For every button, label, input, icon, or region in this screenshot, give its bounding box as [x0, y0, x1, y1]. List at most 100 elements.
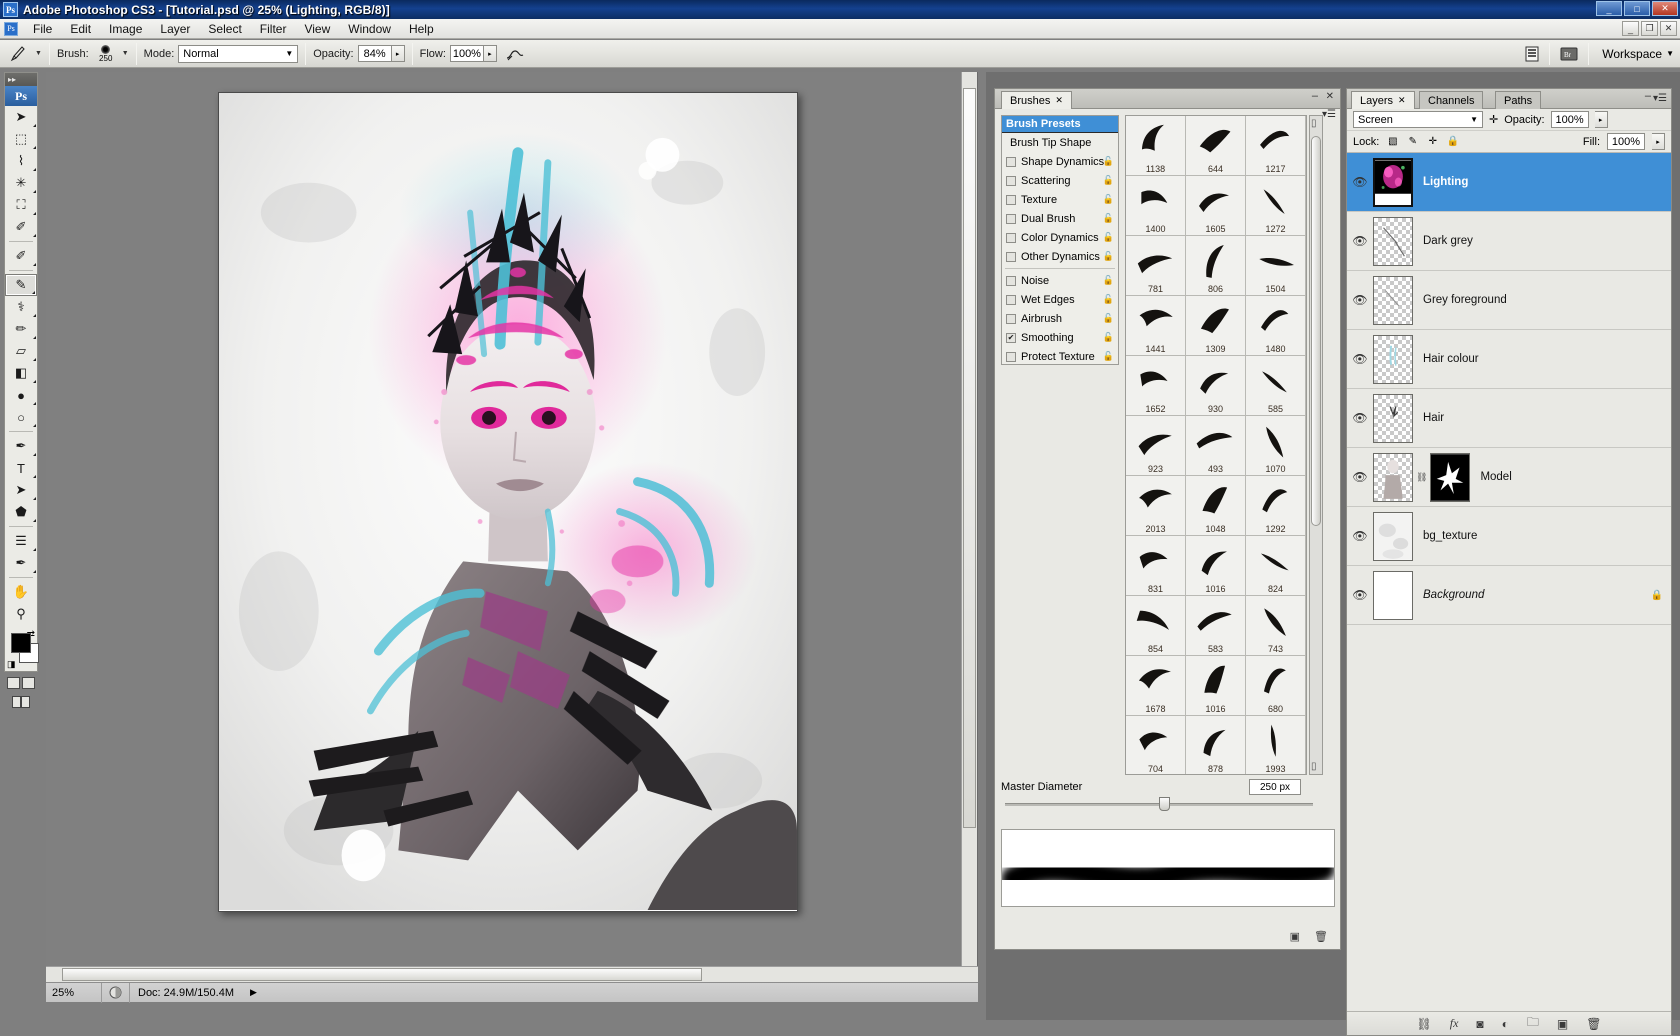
tools-palette-grip[interactable]: ▸▸ [5, 73, 37, 86]
brush-preset-583[interactable]: 583 [1186, 596, 1246, 656]
type-tool[interactable]: T [5, 457, 37, 479]
layer-name[interactable]: bg_texture [1423, 530, 1477, 542]
brush-tool-icon[interactable] [6, 44, 32, 64]
notes-tool[interactable]: ☰ [5, 530, 37, 552]
history-brush-tool[interactable]: ✏ [5, 318, 37, 340]
brush-preset-680[interactable]: 680 [1246, 656, 1306, 716]
tool-flyout-triangle-icon[interactable] [32, 291, 35, 294]
menu-item-filter[interactable]: Filter [251, 20, 296, 38]
tool-flyout-triangle-icon[interactable] [33, 475, 36, 478]
brush-preset-1605[interactable]: 1605 [1186, 176, 1246, 236]
healing-brush-tool[interactable]: ✐ [5, 245, 37, 267]
lock-toggle-icon[interactable]: 🔓 [1103, 275, 1114, 286]
layers-panel-minimize-button[interactable]: – [1645, 90, 1651, 102]
brush-preset-1480[interactable]: 1480 [1246, 296, 1306, 356]
tab-layers-close-icon[interactable]: ✕ [1398, 95, 1406, 106]
eyedropper-tool[interactable]: ✒ [5, 552, 37, 574]
brush-presets-grid[interactable]: 1138 644 1217 1400 1605 1272 781 806 1504 1441 130… [1125, 115, 1307, 775]
layer-thumbnail[interactable] [1373, 334, 1413, 384]
brushes-panel-close-button[interactable]: ✕ [1326, 91, 1334, 102]
tool-flyout-triangle-icon[interactable] [33, 263, 36, 266]
doc-restore-button[interactable]: ❐ [1641, 21, 1658, 36]
layer-visibility-eye-icon[interactable]: 👁 [1347, 529, 1373, 543]
brush-picker-chevron-down-icon[interactable]: ▼ [122, 50, 129, 57]
layer-name[interactable]: Lighting [1423, 176, 1468, 188]
brush-preset-930[interactable]: 930 [1186, 356, 1246, 416]
layer-name[interactable]: Hair colour [1423, 353, 1479, 365]
close-button[interactable]: ✕ [1652, 1, 1678, 16]
layer-row-grey-foreground[interactable]: 👁 Grey foreground [1347, 271, 1671, 330]
tool-flyout-triangle-icon[interactable] [33, 234, 36, 237]
tool-flyout-triangle-icon[interactable] [33, 497, 36, 500]
canvas-horizontal-scrollbar[interactable] [46, 966, 978, 982]
checkbox-noise[interactable] [1006, 275, 1016, 286]
quick-mask-mode-icon[interactable] [22, 677, 35, 689]
checkbox-smoothing[interactable]: ✔ [1006, 332, 1016, 343]
layer-blend-mode-select[interactable]: Screen ▼ [1353, 111, 1483, 128]
new-group-icon[interactable]: 🗀 [1527, 1013, 1539, 1034]
layers-opacity-slider-arrow-icon[interactable]: ▸ [1594, 111, 1608, 128]
checkbox-airbrush[interactable] [1006, 313, 1016, 324]
layer-row-model[interactable]: 👁 ⛓ Model [1347, 448, 1671, 507]
brush-preset-644[interactable]: 644 [1186, 116, 1246, 176]
tool-flyout-triangle-icon[interactable] [33, 190, 36, 193]
checkbox-other-dynamics[interactable] [1006, 251, 1016, 262]
delete-layer-icon[interactable]: 🗑 [1586, 1017, 1601, 1031]
brush-tool[interactable]: ✎ [5, 274, 37, 296]
slice-tool[interactable]: ✐ [5, 216, 37, 238]
magic-wand-tool[interactable]: ✳ [5, 172, 37, 194]
tool-flyout-triangle-icon[interactable] [33, 548, 36, 551]
crop-tool[interactable]: ⛶ [5, 194, 37, 216]
lock-toggle-icon[interactable]: 🔓 [1103, 313, 1114, 324]
brush-preset-743[interactable]: 743 [1246, 596, 1306, 656]
lasso-tool[interactable]: ⌇ [5, 150, 37, 172]
delete-brush-icon[interactable]: 🗑 [1314, 930, 1328, 943]
brush-grid-scrollbar[interactable]: ▯ ▯ [1309, 115, 1323, 775]
brush-preset-1016[interactable]: 1016 [1186, 536, 1246, 596]
layer-name[interactable]: Model [1480, 471, 1511, 483]
brushes-panel-menu-icon[interactable]: ▾☰ [1322, 109, 1336, 120]
tool-flyout-triangle-icon[interactable] [33, 570, 36, 573]
master-diameter-slider-knob[interactable] [1159, 797, 1170, 811]
checkbox-scattering[interactable] [1006, 175, 1016, 186]
layer-visibility-eye-icon[interactable]: 👁 [1347, 234, 1373, 248]
workspace-button[interactable]: Workspace ▼ [1596, 45, 1680, 63]
brush-preset-878[interactable]: 878 [1186, 716, 1246, 774]
brush-option-airbrush[interactable]: Airbrush 🔓 [1002, 309, 1118, 328]
bridge-icon[interactable]: Br [1557, 44, 1581, 64]
dodge-tool[interactable]: ○ [5, 406, 37, 428]
doc-minimize-button[interactable]: _ [1622, 21, 1639, 36]
brush-preset-1309[interactable]: 1309 [1186, 296, 1246, 356]
checkbox-color-dynamics[interactable] [1006, 232, 1016, 243]
layer-style-fx-icon[interactable]: fx [1450, 1016, 1459, 1031]
brush-preview-picker[interactable]: 250 [93, 44, 119, 63]
brush-preset-585[interactable]: 585 [1246, 356, 1306, 416]
tool-flyout-triangle-icon[interactable] [33, 124, 36, 127]
status-menu-arrow-icon[interactable]: ▶ [250, 987, 257, 998]
zoom-tool[interactable]: ⚲ [5, 603, 37, 625]
tool-preset-chevron-down-icon[interactable]: ▼ [35, 50, 42, 57]
menu-item-image[interactable]: Image [100, 20, 151, 38]
tool-flyout-triangle-icon[interactable] [33, 402, 36, 405]
menu-item-select[interactable]: Select [199, 20, 250, 38]
brush-preset-1292[interactable]: 1292 [1246, 476, 1306, 536]
brush-preset-1504[interactable]: 1504 [1246, 236, 1306, 296]
layer-mask-link-icon[interactable]: ⛓ [1416, 472, 1427, 483]
brush-option-shape-dynamics[interactable]: Shape Dynamics 🔓 [1002, 152, 1118, 171]
checkbox-protect-texture[interactable] [1006, 351, 1016, 362]
layer-thumbnail[interactable] [1373, 511, 1413, 561]
layer-visibility-eye-icon[interactable]: 👁 [1347, 470, 1373, 484]
minimize-button[interactable]: _ [1596, 1, 1622, 16]
menu-item-help[interactable]: Help [400, 20, 443, 38]
flow-slider-arrow-icon[interactable]: ▸ [483, 45, 497, 62]
brush-preset-824[interactable]: 824 [1246, 536, 1306, 596]
tab-layers[interactable]: Layers ✕ [1351, 91, 1415, 109]
path-selection-tool[interactable]: ➤ [5, 479, 37, 501]
blur-tool[interactable]: ● [5, 384, 37, 406]
menu-item-view[interactable]: View [295, 20, 339, 38]
tab-brushes[interactable]: Brushes ✕ [1001, 91, 1072, 109]
link-layers-icon[interactable]: ⛓ [1417, 1017, 1432, 1031]
layer-name[interactable]: Background [1423, 589, 1484, 601]
brush-option-smoothing[interactable]: ✔ Smoothing 🔓 [1002, 328, 1118, 347]
layer-mask-icon[interactable]: ◙ [1476, 1017, 1483, 1031]
